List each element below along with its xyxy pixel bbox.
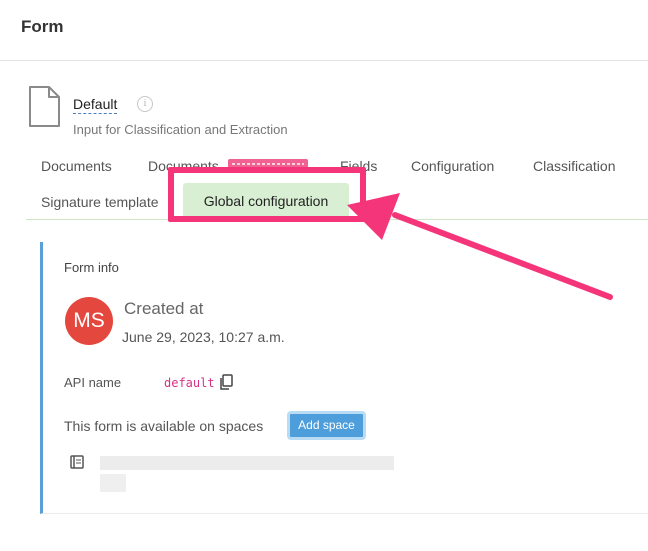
copy-icon[interactable]	[219, 374, 233, 390]
tab-classification[interactable]: Classification	[533, 158, 615, 174]
tab-documents[interactable]: Documents	[41, 158, 112, 174]
created-at-date: June 29, 2023, 10:27 a.m.	[122, 329, 285, 345]
info-icon[interactable]: i	[137, 96, 153, 112]
redacted-space-extra	[100, 474, 126, 492]
api-name-value: default	[164, 376, 215, 390]
form-name[interactable]: Default	[73, 96, 118, 114]
add-space-button[interactable]: Add space	[287, 411, 366, 440]
form-info-card	[40, 242, 648, 514]
header: Form	[0, 0, 648, 61]
created-at-label: Created at	[124, 299, 204, 318]
avatar: MS	[65, 297, 113, 345]
form-info-title: Form info	[64, 260, 119, 275]
redacted-space-name	[100, 456, 394, 470]
tab-signature-template[interactable]: Signature template	[41, 194, 159, 210]
annotation-highlight-box	[168, 167, 366, 222]
api-name-label: API name	[64, 375, 122, 390]
page-title: Form	[21, 17, 64, 36]
book-icon	[70, 455, 84, 469]
spaces-text: This form is available on spaces	[64, 418, 264, 434]
page: Form Default i Input for Classification …	[0, 0, 648, 551]
form-description: Input for Classification and Extraction	[73, 122, 288, 137]
document-icon	[29, 86, 60, 127]
tab-configuration[interactable]: Configuration	[411, 158, 494, 174]
